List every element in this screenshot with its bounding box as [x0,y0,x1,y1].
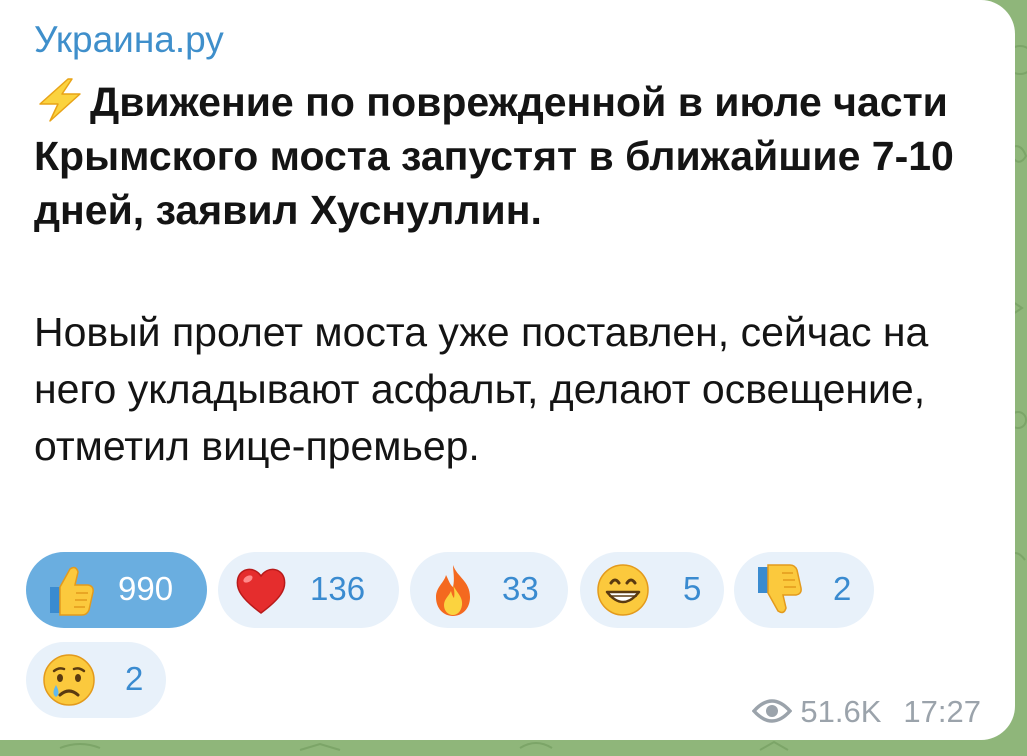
reaction-fire-button[interactable]: 33 [410,552,568,628]
eye-icon [752,699,793,723]
message-bubble: Украина.ру Движение по поврежденной в ию… [0,0,1015,740]
reaction-heart-button[interactable]: 136 [218,552,399,628]
crying-face-emoji-icon [43,654,95,706]
reaction-thumbs-down-button[interactable]: 2 [734,552,874,628]
red-heart-emoji-icon [236,568,286,614]
reaction-thumbs-up-button[interactable]: 990 [26,552,207,628]
reaction-count: 33 [502,570,539,607]
reaction-grinning-button[interactable]: 5 [580,552,724,628]
reaction-count: 136 [310,570,366,607]
reaction-count: 5 [683,570,702,607]
thumbs-up-emoji-icon [50,566,94,616]
view-count: 51.6K [800,694,882,729]
reaction-crying-button[interactable]: 2 [26,642,166,718]
reaction-count: 990 [118,570,174,607]
message-headline: Движение по поврежденной в июле части Кр… [34,75,1004,237]
message-meta: 51.6K 17:27 [752,690,981,734]
fire-emoji-icon [436,565,470,616]
channel-name[interactable]: Украина.ру [34,18,224,62]
message-body: Новый пролет моста уже поставлен, сейчас… [34,309,929,469]
message-time: 17:27 [903,694,981,729]
grinning-face-emoji-icon [597,564,649,616]
lightning-emoji-icon [39,78,81,122]
reaction-count: 2 [833,570,852,607]
thumbs-down-emoji-icon [758,564,802,614]
reaction-count: 2 [125,660,144,697]
headline-text: Движение по поврежденной в июле части Кр… [34,79,954,233]
